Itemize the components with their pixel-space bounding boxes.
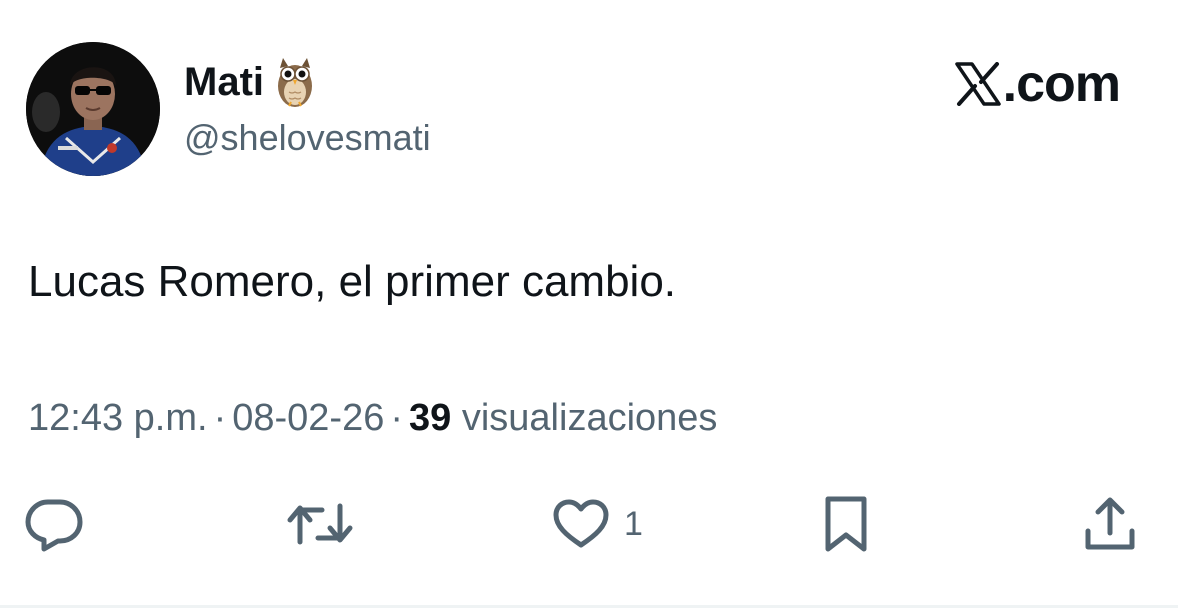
like-button[interactable]: 1 bbox=[552, 494, 643, 554]
meta-separator: · bbox=[213, 397, 227, 439]
owl-emoji-icon bbox=[274, 56, 316, 108]
reply-button[interactable] bbox=[24, 494, 84, 554]
views-count: 39 bbox=[409, 397, 452, 439]
author-display-name[interactable]: Mati bbox=[184, 62, 264, 102]
author-username[interactable]: @shelovesmati bbox=[184, 116, 431, 159]
tweet-date[interactable]: 08-02-26 bbox=[232, 397, 384, 439]
x-brand: .com bbox=[954, 55, 1121, 113]
bookmark-button[interactable] bbox=[818, 494, 874, 554]
x-brand-text: .com bbox=[1002, 55, 1121, 113]
avatar[interactable] bbox=[26, 42, 160, 176]
heart-icon bbox=[552, 498, 610, 550]
like-count: 1 bbox=[624, 504, 643, 543]
tweet-time[interactable]: 12:43 p.m. bbox=[28, 397, 208, 439]
tweet-card: Mati @shelovesmati .com Lucas Romero, el… bbox=[0, 0, 1178, 608]
author-name-row: Mati bbox=[184, 54, 316, 110]
avatar-image bbox=[26, 42, 160, 176]
tweet-meta: 12:43 p.m. · 08-02-26 · 39 visualizaciones bbox=[28, 396, 717, 442]
share-icon bbox=[1080, 495, 1140, 553]
views-label: visualizaciones bbox=[461, 397, 718, 439]
meta-separator: · bbox=[390, 397, 403, 439]
tweet-text: Lucas Romero, el primer cambio. bbox=[28, 257, 677, 306]
share-button[interactable] bbox=[1080, 494, 1140, 554]
retweet-icon bbox=[286, 498, 354, 550]
retweet-button[interactable] bbox=[286, 494, 354, 554]
bookmark-icon bbox=[818, 495, 874, 553]
x-logo-icon bbox=[954, 62, 1001, 106]
reply-icon bbox=[24, 496, 84, 552]
